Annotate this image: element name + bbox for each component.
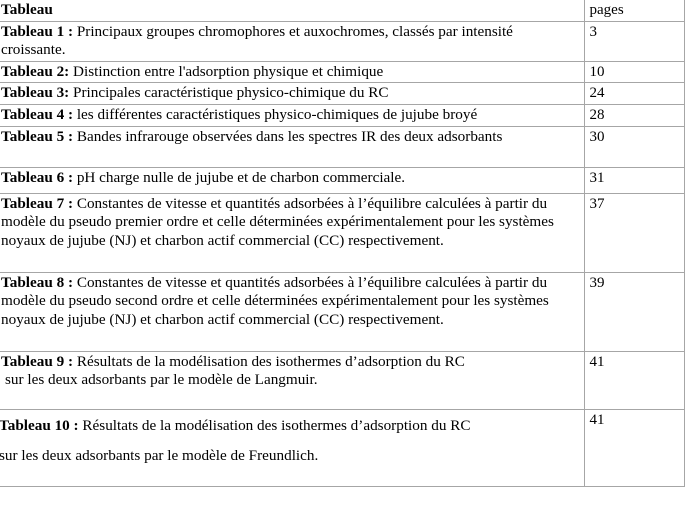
entry-label-cell: Tableau 1 : Principaux groupes chromopho… (0, 20, 585, 62)
entry-caption: Bandes infrarouge observées dans les spe… (73, 127, 503, 145)
entry-number: Tableau 2: (1, 62, 70, 80)
table-row: Tableau 2: Distinction entre l'adsorptio… (0, 60, 685, 84)
table-row: Tableau 8 : Constantes de vitesse et qua… (0, 271, 685, 352)
entry-caption: Principales caractéristique physico-chim… (69, 84, 389, 102)
entry-number: Tableau 10 : (0, 416, 79, 434)
entry-caption: Résultats de la modélisation des isother… (78, 416, 471, 434)
entry-label-cell: Tableau 5 : Bandes infrarouge observées … (0, 125, 585, 168)
entry-page-number: 3 (589, 23, 598, 40)
column-header-label: Tableau (1, 1, 53, 18)
entry-label-cell: Tableau 9 : Résultats de la modélisation… (0, 350, 585, 410)
header-cell-pages: pages (584, 0, 685, 22)
entry-label-cell: Tableau 10 : Résultats de la modélisatio… (0, 408, 585, 487)
entry-page-number: 30 (589, 128, 605, 145)
entry-label-cell: Tableau 6 : pH charge nulle de jujube et… (0, 166, 585, 194)
table-row: Tableau 10 : Résultats de la modélisatio… (0, 408, 685, 487)
entry-label-cell: Tableau 8 : Constantes de vitesse et qua… (0, 271, 585, 352)
entry-page-number: 41 (589, 411, 605, 428)
table-row: Tableau 1 : Principaux groupes chromopho… (0, 20, 685, 62)
entry-caption-line2: sur les deux adsorbants par le modèle de… (5, 371, 318, 389)
entry-caption: les différentes caractéristiques physico… (73, 105, 478, 123)
entry-page-number: 10 (589, 63, 605, 80)
table-row: Tableau 5 : Bandes infrarouge observées … (0, 125, 685, 168)
entry-page-number: 41 (589, 353, 605, 370)
entry-label-cell: Tableau 7 : Constantes de vitesse et qua… (0, 192, 585, 273)
document-page: Tableau pages Tableau 1 : Principaux gro… (0, 0, 690, 505)
table-row: Tableau 6 : pH charge nulle de jujube et… (0, 166, 685, 194)
entry-page-number: 37 (589, 195, 605, 212)
entry-caption-block: Tableau 10 : Résultats de la modélisatio… (0, 411, 581, 471)
entry-number: Tableau 4 : (1, 105, 74, 123)
table-body: Tableau pages Tableau 1 : Principaux gro… (0, 0, 685, 487)
entry-number: Tableau 6 : (1, 168, 74, 186)
entry-number: Tableau 7 : (1, 194, 74, 212)
table-row: Tableau 9 : Résultats de la modélisation… (0, 350, 685, 410)
list-of-tables-table: Tableau pages Tableau 1 : Principaux gro… (0, 0, 685, 487)
entry-label-cell: Tableau 3: Principales caractéristique p… (0, 82, 585, 105)
entry-number: Tableau 5 : (1, 127, 74, 145)
entry-page-cell: 37 (584, 192, 685, 273)
column-header-pages: pages (589, 2, 624, 18)
entry-caption: Résultats de la modélisation des isother… (73, 352, 465, 370)
entry-page-cell: 31 (584, 166, 685, 194)
table-row: Tableau 7 : Constantes de vitesse et qua… (0, 192, 685, 273)
entry-caption: Distinction entre l'adsorption physique … (69, 62, 384, 80)
entry-page-cell: 39 (584, 271, 685, 352)
entry-page-cell: 30 (584, 125, 685, 168)
entry-page-number: 24 (589, 85, 605, 102)
table-row: Tableau 3: Principales caractéristique p… (0, 82, 685, 105)
entry-caption: Principaux groupes chromophores et auxoc… (1, 22, 513, 59)
entry-page-cell: 41 (584, 408, 685, 487)
entry-label-cell: Tableau 2: Distinction entre l'adsorptio… (0, 60, 585, 84)
entry-page-number: 31 (589, 169, 605, 186)
header-cell-tableau: Tableau (0, 0, 585, 22)
entry-page-cell: 28 (584, 103, 685, 127)
entry-number: Tableau 3: (1, 84, 70, 102)
entry-number: Tableau 9 : (1, 352, 74, 370)
table-header-row: Tableau pages (0, 0, 685, 22)
entry-caption-line2: sur les deux adsorbants par le modèle de… (0, 446, 319, 464)
entry-number: Tableau 8 : (1, 273, 74, 291)
entry-page-cell: 24 (584, 82, 685, 105)
entry-number: Tableau 1 : (1, 22, 74, 40)
table-row: Tableau 4 : les différentes caractéristi… (0, 103, 685, 127)
entry-page-cell: 3 (584, 20, 685, 62)
entry-page-number: 28 (589, 106, 605, 123)
entry-caption: Constantes de vitesse et quantités adsor… (1, 194, 554, 249)
entry-page-cell: 10 (584, 60, 685, 84)
entry-caption: pH charge nulle de jujube et de charbon … (73, 168, 406, 186)
entry-page-cell: 41 (584, 350, 685, 410)
entry-caption: Constantes de vitesse et quantités adsor… (1, 273, 549, 328)
entry-page-number: 39 (589, 274, 605, 291)
entry-label-cell: Tableau 4 : les différentes caractéristi… (0, 103, 585, 127)
